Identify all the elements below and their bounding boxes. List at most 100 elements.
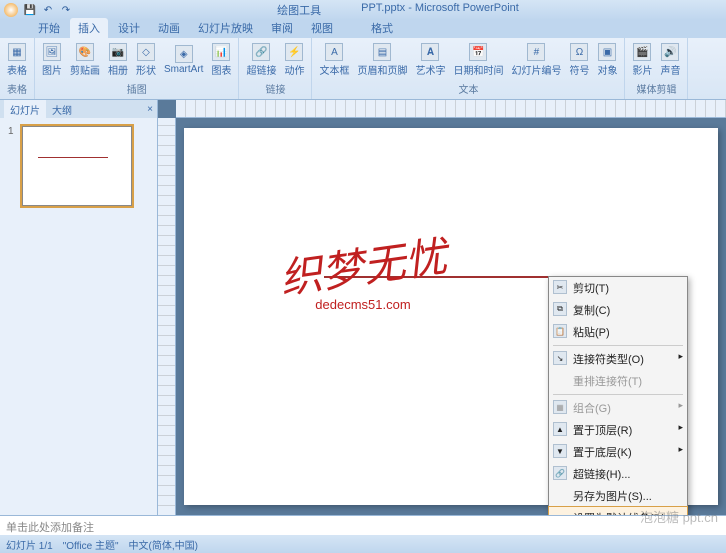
chart-icon: 📊	[212, 43, 230, 61]
object-button[interactable]: ▣对象	[594, 42, 620, 78]
status-bar: 幻灯片 1/1 "Office 主题" 中文(简体,中国)	[0, 535, 726, 553]
ctx-item-label: 连接符类型(O)	[573, 354, 644, 366]
thumb-line-shape	[38, 157, 108, 158]
ctx-item-icon: 📋	[553, 324, 567, 338]
workspace: 幻灯片 大纲 × 1 ✂ 剪切(T) ⧉ 复制(C) 📋 粘贴(P) ↘ 连接符类型(O) 重排…	[0, 100, 726, 515]
header-footer-icon: ▤	[373, 43, 391, 61]
tab-animation[interactable]: 动画	[150, 18, 188, 38]
ctx-item[interactable]: ↘ 连接符类型(O)	[549, 348, 687, 370]
ctx-item[interactable]: ✂ 剪切(T)	[549, 277, 687, 299]
action-icon: ⚡	[285, 43, 303, 61]
ribbon-tabs: 开始 插入 设计 动画 幻灯片放映 审阅 视图 格式	[0, 20, 726, 38]
undo-icon[interactable]: ↶	[40, 2, 56, 18]
theme-name: "Office 主题"	[63, 537, 119, 552]
object-icon: ▣	[598, 43, 616, 61]
ctx-item-icon: ▲	[553, 422, 567, 436]
slide-area: ✂ 剪切(T) ⧉ 复制(C) 📋 粘贴(P) ↘ 连接符类型(O) 重排连接符(T) ▦ 组合(G…	[158, 100, 726, 515]
album-icon: 📷	[109, 43, 127, 61]
chart-button[interactable]: 📊图表	[208, 42, 234, 78]
ctx-item[interactable]: 📋 粘贴(P)	[549, 321, 687, 343]
textbox-icon: A	[325, 43, 343, 61]
ctx-item-icon: ✂	[553, 280, 567, 294]
outline-tab-slides[interactable]: 幻灯片	[4, 100, 46, 119]
wordart-button[interactable]: 𝐀艺术字	[412, 42, 448, 78]
hyperlink-button[interactable]: 🔗超链接	[243, 42, 279, 78]
picture-icon: 🖼	[43, 43, 61, 61]
sound-icon: 🔊	[661, 43, 679, 61]
ctx-item-label: 粘贴(P)	[573, 327, 610, 339]
contextual-tool-label: 绘图工具	[277, 2, 321, 18]
notes-pane[interactable]: 单击此处添加备注	[0, 515, 726, 535]
ctx-item[interactable]: ▼ 置于底层(K)	[549, 441, 687, 463]
smartart-button[interactable]: ◈SmartArt	[161, 44, 206, 76]
hyperlink-icon: 🔗	[252, 43, 270, 61]
ribbon-group-links: 🔗超链接 ⚡动作 链接	[239, 38, 312, 99]
slidenum-icon: #	[527, 43, 545, 61]
group-label: 插图	[39, 80, 234, 97]
vertical-ruler[interactable]	[158, 118, 176, 515]
language[interactable]: 中文(简体,中国)	[129, 537, 198, 552]
header-footer-button[interactable]: ▤页眉和页脚	[354, 42, 410, 78]
redo-icon[interactable]: ↷	[58, 2, 74, 18]
ctx-item[interactable]: ▲ 置于顶层(R)	[549, 419, 687, 441]
ribbon-group-table: ▦表格 表格	[0, 38, 35, 99]
ctx-item[interactable]: 🔗超链接(H)...	[549, 463, 687, 485]
ctx-item: 重排连接符(T)	[549, 370, 687, 392]
tab-home[interactable]: 开始	[30, 18, 68, 38]
group-label: 链接	[243, 80, 307, 97]
shapes-button[interactable]: ◇形状	[133, 42, 159, 78]
thumb-number: 1	[8, 126, 14, 137]
picture-button[interactable]: 🖼图片	[39, 42, 65, 78]
datetime-icon: 📅	[469, 43, 487, 61]
ctx-item-icon: ▦	[553, 400, 567, 414]
group-label: 表格	[4, 80, 30, 97]
site-watermark: 泡泡糖 ppt.cn	[640, 507, 718, 526]
thumbnail-area: 1	[0, 118, 157, 214]
sound-button[interactable]: 🔊声音	[657, 42, 683, 78]
wordart-icon: 𝐀	[421, 43, 439, 61]
horizontal-ruler[interactable]	[176, 100, 726, 118]
save-icon[interactable]: 💾	[22, 2, 38, 18]
ribbon: ▦表格 表格 🖼图片 🎨剪贴画 📷相册 ◇形状 ◈SmartArt 📊图表 插图…	[0, 38, 726, 100]
tab-format[interactable]: 格式	[363, 18, 401, 38]
context-menu: ✂ 剪切(T) ⧉ 复制(C) 📋 粘贴(P) ↘ 连接符类型(O) 重排连接符(T) ▦ 组合(G…	[548, 276, 688, 515]
album-button[interactable]: 📷相册	[105, 42, 131, 78]
tab-view[interactable]: 视图	[303, 18, 341, 38]
ctx-item-icon: ↘	[553, 351, 567, 365]
tab-insert[interactable]: 插入	[70, 18, 108, 38]
ctx-item-label: 超链接(H)...	[573, 469, 630, 481]
ctx-item-label: 另存为图片(S)...	[573, 491, 652, 503]
table-button[interactable]: ▦表格	[4, 42, 30, 78]
smartart-icon: ◈	[175, 45, 193, 63]
canvas[interactable]: ✂ 剪切(T) ⧉ 复制(C) 📋 粘贴(P) ↘ 连接符类型(O) 重排连接符(T) ▦ 组合(G…	[176, 118, 726, 515]
office-button[interactable]	[4, 3, 18, 17]
ctx-item-label: 置于顶层(R)	[573, 425, 632, 437]
clipart-button[interactable]: 🎨剪贴画	[67, 42, 103, 78]
ctx-item[interactable]: ⧉ 复制(C)	[549, 299, 687, 321]
tab-design[interactable]: 设计	[110, 18, 148, 38]
ctx-item[interactable]: 另存为图片(S)...	[549, 485, 687, 507]
ctx-item-label: 置于底层(K)	[573, 447, 632, 459]
ctx-item-icon: ▼	[553, 444, 567, 458]
ctx-item-label: 组合(G)	[573, 403, 611, 415]
movie-icon: 🎬	[633, 43, 651, 61]
ctx-item-icon: ⧉	[553, 302, 567, 316]
tab-review[interactable]: 审阅	[263, 18, 301, 38]
outline-pane: 幻灯片 大纲 × 1	[0, 100, 158, 515]
outline-tab-outline[interactable]: 大纲	[46, 100, 78, 119]
ctx-separator	[553, 345, 683, 346]
ctx-item-label: 复制(C)	[573, 305, 610, 317]
tab-slideshow[interactable]: 幻灯片放映	[190, 18, 261, 38]
slide-position: 幻灯片 1/1	[6, 537, 53, 552]
close-icon[interactable]: ×	[147, 104, 153, 115]
slidenum-button[interactable]: #幻灯片编号	[508, 42, 564, 78]
textbox-button[interactable]: A文本框	[316, 42, 352, 78]
slide-thumbnail[interactable]	[22, 126, 132, 206]
datetime-button[interactable]: 📅日期和时间	[450, 42, 506, 78]
symbol-button[interactable]: Ω符号	[566, 42, 592, 78]
action-button[interactable]: ⚡动作	[281, 42, 307, 78]
movie-button[interactable]: 🎬影片	[629, 42, 655, 78]
ctx-item-label: 剪切(T)	[573, 283, 609, 295]
ctx-item-label: 重排连接符(T)	[573, 376, 642, 388]
symbol-icon: Ω	[570, 43, 588, 61]
